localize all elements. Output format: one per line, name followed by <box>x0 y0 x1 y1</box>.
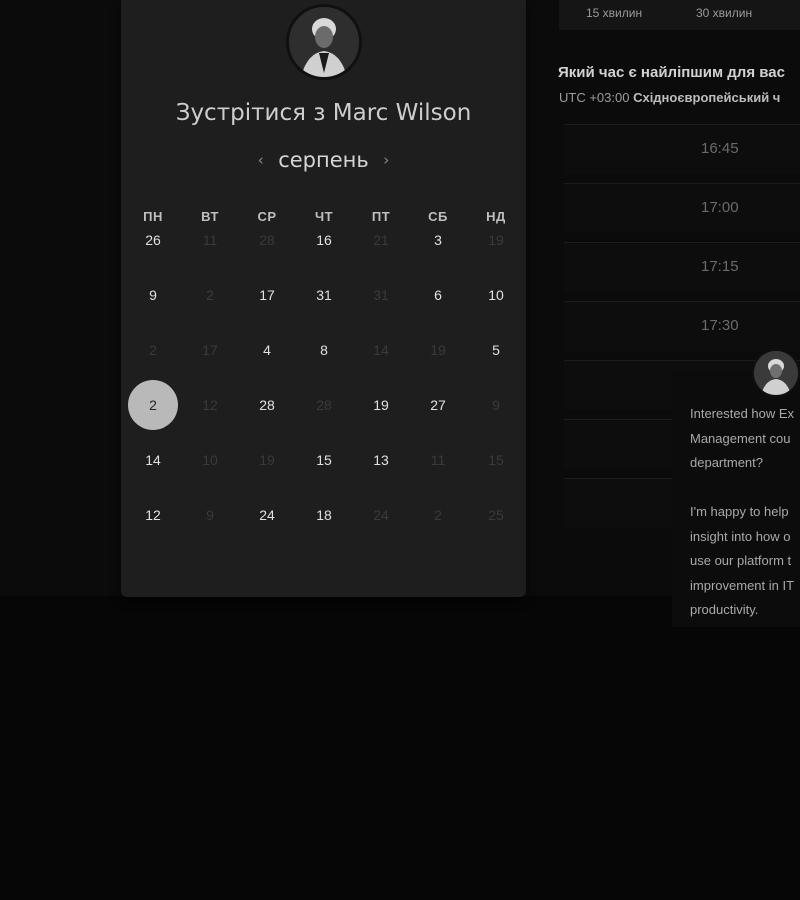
calendar-day[interactable]: 9 <box>128 270 178 320</box>
calendar-day[interactable]: 28 <box>242 380 292 430</box>
time-slot-label: 16:45 <box>701 140 739 157</box>
month-label: серпень <box>278 148 369 172</box>
calendar-day[interactable]: 4 <box>242 325 292 375</box>
calendar-day[interactable]: 8 <box>299 325 349 375</box>
chat-line: use our platform t <box>690 553 792 568</box>
calendar-day: 10 <box>202 452 218 468</box>
calendar-day[interactable]: 6 <box>413 270 463 320</box>
month-navigator: ‹ серпень › <box>121 148 526 172</box>
calendar-day[interactable]: 12 <box>128 490 178 540</box>
chat-line: I'm happy to help <box>690 504 789 519</box>
calendar-day: 25 <box>488 507 504 523</box>
chat-line: department? <box>690 455 763 470</box>
chat-line: improvement in IT <box>690 577 795 593</box>
calendar-day: 19 <box>430 342 446 358</box>
calendar-day: 2 <box>434 507 442 523</box>
duration-option[interactable]: 30 хвилин <box>696 6 752 20</box>
calendar-day[interactable]: 31 <box>299 270 349 320</box>
calendar-day[interactable]: 17 <box>242 270 292 320</box>
calendar-day: 9 <box>492 397 500 413</box>
calendar-day[interactable]: 16 <box>299 215 349 265</box>
chevron-left-icon[interactable]: ‹ <box>248 151 274 169</box>
chat-line: insight into how o <box>690 528 791 544</box>
time-slot[interactable]: 17:30 <box>564 301 800 351</box>
calendar-day: 17 <box>202 342 218 358</box>
calendar-day[interactable]: 10 <box>471 270 521 320</box>
calendar-day-selected[interactable]: 2 <box>128 380 178 430</box>
time-slot-label: 17:15 <box>701 258 739 275</box>
time-question: Який час є найліпшим для вас <box>558 64 785 81</box>
calendar-day: 14 <box>373 342 389 358</box>
meeting-title: Зустрітися з Marc Wilson <box>175 100 472 126</box>
time-slot-label: 17:00 <box>701 199 739 216</box>
calendar-day: 11 <box>202 232 218 248</box>
time-slot[interactable]: 16:45 <box>564 124 800 174</box>
calendar-day[interactable]: 5 <box>471 325 521 375</box>
calendar-day: 21 <box>373 232 389 248</box>
calendar-day[interactable]: 24 <box>242 490 292 540</box>
duration-option[interactable]: 15 хвилин <box>586 6 642 20</box>
calendar-day: 11 <box>430 452 446 468</box>
calendar-day: 24 <box>373 507 389 523</box>
chat-line: productivity. <box>690 602 759 617</box>
chat-line: Management cou <box>690 430 791 446</box>
calendar-day: 9 <box>206 507 214 523</box>
chat-line: Interested how Ex <box>690 406 795 421</box>
calendar-day: 19 <box>259 452 275 468</box>
calendar-day[interactable]: 13 <box>356 435 406 485</box>
calendar-day: 19 <box>488 232 504 248</box>
calendar-day[interactable]: 15 <box>299 435 349 485</box>
calendar-day[interactable]: 19 <box>356 380 406 430</box>
time-slot[interactable]: 17:15 <box>564 242 800 292</box>
host-avatar <box>286 4 362 80</box>
calendar-day: 28 <box>316 397 332 413</box>
time-slot[interactable]: 17:00 <box>564 183 800 233</box>
chat-avatar[interactable] <box>752 349 800 397</box>
calendar-day[interactable]: 27 <box>413 380 463 430</box>
calendar-day[interactable]: 26 <box>128 215 178 265</box>
user-avatar-icon <box>754 351 798 395</box>
calendar-day: 15 <box>488 452 504 468</box>
chat-message: Interested how Ex Management cou departmen… <box>690 402 800 623</box>
chevron-right-icon[interactable]: › <box>373 151 399 169</box>
calendar-day: 2 <box>149 342 157 358</box>
calendar-day: 2 <box>206 287 214 303</box>
time-slot-label: 17:30 <box>701 317 739 334</box>
timezone-offset: UTC +03:00 <box>559 90 630 105</box>
timezone-name: Східноєвропейський ч <box>633 90 781 105</box>
calendar-day: 28 <box>259 232 275 248</box>
calendar-day[interactable]: 3 <box>413 215 463 265</box>
user-avatar-icon <box>289 7 359 77</box>
calendar-day[interactable]: 18 <box>299 490 349 540</box>
duration-selector: 15 хвилин 30 хвилин <box>559 0 800 30</box>
calendar-day: 12 <box>202 397 218 413</box>
timezone-label[interactable]: UTC +03:00 Східноєвропейський ч <box>559 90 800 105</box>
chat-line <box>690 476 800 501</box>
calendar-day[interactable]: 14 <box>128 435 178 485</box>
calendar-day: 31 <box>373 287 389 303</box>
